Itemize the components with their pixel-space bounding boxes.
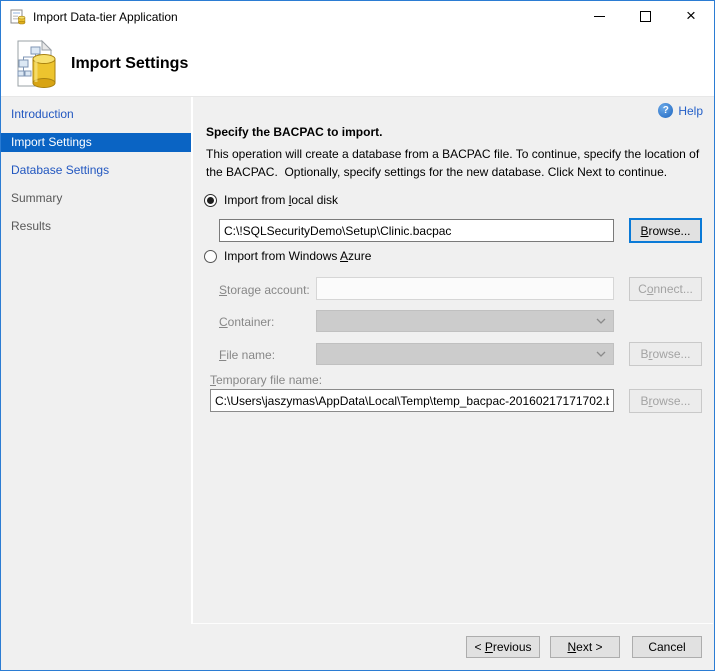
connect-button: Connect... xyxy=(629,277,702,301)
sidebar-item-introduction[interactable]: Introduction xyxy=(1,105,191,124)
minimize-button[interactable] xyxy=(576,1,622,32)
file-name-dropdown xyxy=(316,343,614,365)
window-title: Import Data-tier Application xyxy=(33,10,178,24)
cancel-button[interactable]: Cancel xyxy=(632,636,702,658)
close-button[interactable]: × xyxy=(668,1,714,32)
app-icon xyxy=(10,9,26,25)
browse-temp-file-button: Browse... xyxy=(629,389,702,413)
previous-button[interactable]: < Previous xyxy=(466,636,540,658)
sidebar-item-import-settings[interactable]: Import Settings xyxy=(1,133,191,152)
file-name-label: File name: xyxy=(219,348,275,362)
title-bar[interactable]: Import Data-tier Application × xyxy=(1,1,714,32)
page-title: Import Settings xyxy=(71,55,188,73)
sidebar-item-results: Results xyxy=(1,217,191,236)
import-dac-page-icon xyxy=(11,38,59,90)
radio-import-azure[interactable]: Import from Windows Azure xyxy=(204,249,371,263)
wizard-steps-sidebar: Introduction Import Settings Database Se… xyxy=(1,97,191,670)
help-link[interactable]: ? Help xyxy=(658,103,703,118)
browse-local-button[interactable]: Browse... xyxy=(629,218,702,243)
bacpac-path-input[interactable] xyxy=(219,219,614,242)
sidebar-item-summary: Summary xyxy=(1,189,191,208)
next-button[interactable]: Next > xyxy=(550,636,620,658)
import-settings-panel: ? Help Specify the BACPAC to import. Thi… xyxy=(193,97,714,623)
sidebar-item-database-settings[interactable]: Database Settings xyxy=(1,161,191,180)
wizard-header: Import Settings xyxy=(1,32,714,97)
help-icon: ? xyxy=(658,103,673,118)
storage-account-label: Storage account: xyxy=(219,283,310,297)
chevron-down-icon xyxy=(596,351,606,357)
chevron-down-icon xyxy=(596,318,606,324)
container-dropdown xyxy=(316,310,614,332)
radio-azure-label: Import from Windows Azure xyxy=(224,249,371,263)
import-dac-dialog: Import Data-tier Application × Import Se… xyxy=(0,0,715,671)
close-icon: × xyxy=(686,7,696,24)
section-heading: Specify the BACPAC to import. xyxy=(206,125,382,139)
footer-bar: < Previous Next > Cancel xyxy=(1,624,714,670)
window-controls: × xyxy=(576,1,714,32)
temporary-file-name-input[interactable] xyxy=(210,389,614,412)
radio-import-local-disk[interactable]: Import from local disk xyxy=(204,193,338,207)
radio-local-disk-label: Import from local disk xyxy=(224,193,338,207)
radio-azure-indicator xyxy=(204,250,217,263)
storage-account-input xyxy=(316,277,614,300)
maximize-button[interactable] xyxy=(622,1,668,32)
temporary-file-name-label: Temporary file name: xyxy=(210,373,322,387)
maximize-icon xyxy=(640,11,651,22)
radio-local-disk-indicator xyxy=(204,194,217,207)
section-description: This operation will create a database fr… xyxy=(206,145,711,181)
container-label: Container: xyxy=(219,315,274,329)
minimize-icon xyxy=(594,16,605,17)
help-label: Help xyxy=(678,104,703,118)
browse-azure-file-button: Browse... xyxy=(629,342,702,366)
